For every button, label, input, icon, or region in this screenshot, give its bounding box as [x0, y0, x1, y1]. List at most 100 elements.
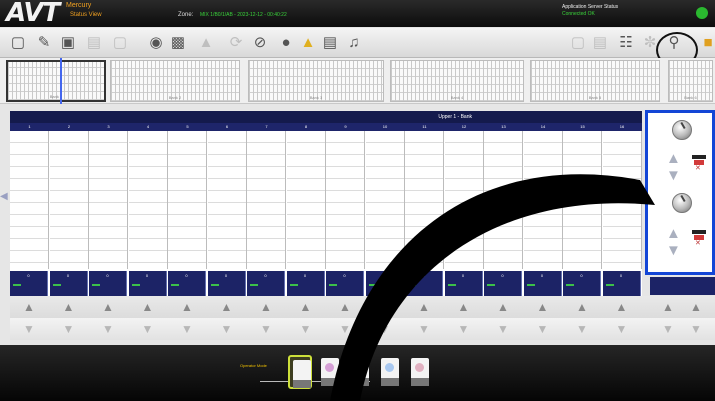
channel-footer[interactable]: 0: [365, 271, 404, 296]
no-entry-icon[interactable]: ⊘: [250, 32, 270, 52]
down-arrow-icon[interactable]: ▼: [446, 321, 482, 337]
channel-strip[interactable]: [128, 131, 168, 269]
meter-icon[interactable]: ✕: [692, 155, 706, 173]
bank-thumb[interactable]: Bank 3: [248, 60, 384, 102]
bank-icon[interactable]: ☷: [616, 32, 636, 52]
bank-thumb[interactable]: Bank 5: [530, 60, 660, 102]
down-arrow-icon[interactable]: ▼: [406, 321, 442, 337]
down-arrow-icon[interactable]: ▼: [327, 321, 363, 337]
down-arrow-icon[interactable]: ▼: [367, 321, 403, 337]
up-arrow-icon[interactable]: ▲: [406, 299, 442, 315]
down-arrow-icon[interactable]: ▼: [604, 321, 640, 337]
channel-strip[interactable]: [523, 131, 563, 269]
mix-file-button[interactable]: [288, 355, 312, 389]
up-arrow-icon[interactable]: ▲: [604, 299, 640, 315]
bank-thumb[interactable]: Bank 1: [6, 60, 106, 102]
up-arrow-icon[interactable]: ▲: [288, 299, 324, 315]
channel-footer[interactable]: 0: [523, 271, 562, 296]
channel-strip[interactable]: [602, 131, 642, 269]
up-arrow-icon[interactable]: ▲: [525, 299, 561, 315]
mix-file-button[interactable]: [318, 355, 342, 389]
down-arrow-icon[interactable]: ▼: [564, 321, 600, 337]
channel-footer[interactable]: 0: [10, 271, 48, 296]
channel-number: 16: [619, 124, 625, 129]
knob-icon[interactable]: [672, 120, 692, 140]
channel-strip[interactable]: [484, 131, 523, 269]
channel-footer[interactable]: 0: [286, 271, 325, 296]
channel-strip[interactable]: [10, 131, 49, 269]
save-icon[interactable]: ▣: [58, 32, 78, 52]
monitor-icon[interactable]: ▩: [168, 32, 188, 52]
up-arrow-icon[interactable]: ▲: [367, 299, 403, 315]
channel-footer[interactable]: 0: [207, 271, 246, 296]
channel-level-value: 0: [27, 273, 30, 278]
down-arrow-icon[interactable]: ▼: [678, 321, 714, 337]
bank-thumb[interactable]: Bank 6: [668, 60, 713, 102]
up-arrow-icon[interactable]: ▲: [51, 299, 87, 315]
meter-icon[interactable]: ✕: [692, 230, 706, 248]
channel-strip[interactable]: [365, 131, 405, 269]
channel-strip[interactable]: [168, 131, 207, 269]
up-arrow-icon[interactable]: ▲: [327, 299, 363, 315]
channel-footer[interactable]: 0: [405, 271, 443, 296]
bank-thumb[interactable]: Bank 4: [390, 60, 524, 102]
channel-strip[interactable]: [49, 131, 89, 269]
channel-footer[interactable]: 0: [168, 271, 206, 296]
channel-footer[interactable]: 0: [128, 271, 167, 296]
knob-icon[interactable]: [672, 193, 692, 213]
edit-icon[interactable]: ✎: [34, 32, 54, 52]
channel-strip[interactable]: [207, 131, 247, 269]
lock-icon[interactable]: ■: [698, 32, 715, 52]
down-arrow-icon[interactable]: ▼: [485, 321, 521, 337]
channel-strip[interactable]: [405, 131, 444, 269]
channel-strip[interactable]: [444, 131, 484, 269]
channel-strip[interactable]: [247, 131, 286, 269]
up-arrow-icon[interactable]: ▲: [564, 299, 600, 315]
mix-file-button[interactable]: [378, 355, 402, 389]
up-arrow-icon[interactable]: ▲: [11, 299, 47, 315]
up-arrow-icon[interactable]: ▲: [446, 299, 482, 315]
down-arrow-icon[interactable]: ▼: [90, 321, 126, 337]
channel-footer[interactable]: 0: [563, 271, 601, 296]
channel-footer[interactable]: 0: [326, 271, 364, 296]
copy-icon[interactable]: ▤: [84, 32, 104, 52]
channel-footer[interactable]: 0: [247, 271, 285, 296]
up-arrow-icon[interactable]: ▲: [209, 299, 245, 315]
channel-footer[interactable]: 0: [602, 271, 641, 296]
new-file-icon[interactable]: ▢: [8, 32, 28, 52]
scroll-left-icon[interactable]: ◀: [0, 191, 10, 205]
sphere-icon[interactable]: ●: [276, 32, 296, 52]
down-arrow-icon[interactable]: ▼: [248, 321, 284, 337]
refresh-icon[interactable]: ⟳: [226, 32, 246, 52]
down-arrow-icon[interactable]: ▼: [209, 321, 245, 337]
up-arrow-icon[interactable]: ▲: [130, 299, 166, 315]
channel-strip[interactable]: [563, 131, 602, 269]
signal-icon[interactable]: ♫: [344, 32, 364, 52]
down-arrow-icon[interactable]: ▼: [11, 321, 47, 337]
bank-thumb[interactable]: Bank 2: [110, 60, 240, 102]
mix-file-button[interactable]: [348, 355, 372, 389]
down-arrow-icon[interactable]: ▼: [51, 321, 87, 337]
channel-strip[interactable]: [89, 131, 128, 269]
dial-icon[interactable]: ◉: [146, 32, 166, 52]
channel-strip[interactable]: [326, 131, 365, 269]
up-arrow-icon[interactable]: ▲: [90, 299, 126, 315]
up-arrow-icon[interactable]: ▲: [248, 299, 284, 315]
up-down-arrows-icon[interactable]: ▲ ▼: [666, 225, 681, 261]
channel-strip[interactable]: [286, 131, 326, 269]
down-arrow-icon[interactable]: ▼: [169, 321, 205, 337]
down-arrow-icon[interactable]: ▼: [525, 321, 561, 337]
up-down-arrows-icon[interactable]: ▲ ▼: [666, 150, 681, 186]
channel-footer[interactable]: 0: [49, 271, 88, 296]
up-arrow-icon[interactable]: ▲: [169, 299, 205, 315]
down-arrow-icon[interactable]: ▼: [288, 321, 324, 337]
mix-file-button[interactable]: [408, 355, 432, 389]
up-arrow-icon[interactable]: ▲: [678, 299, 714, 315]
down-arrow-icon[interactable]: ▼: [130, 321, 166, 337]
channel-footer[interactable]: 0: [89, 271, 127, 296]
up-arrow-icon[interactable]: ▲: [485, 299, 521, 315]
channel-footer[interactable]: 0: [484, 271, 522, 296]
channel-footer[interactable]: 0: [444, 271, 483, 296]
document-icon[interactable]: ▤: [320, 32, 340, 52]
warning-icon[interactable]: ▲: [298, 32, 318, 52]
